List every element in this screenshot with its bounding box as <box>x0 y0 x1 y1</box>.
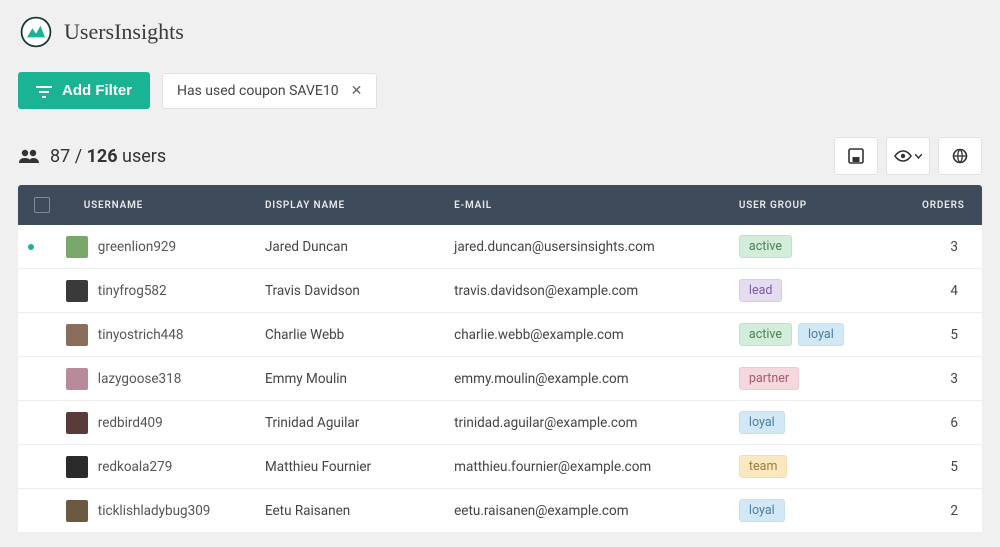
action-buttons <box>834 137 982 175</box>
user-group-cell: loyal <box>739 499 922 522</box>
toolbar: Add Filter Has used coupon SAVE10 ✕ <box>18 72 982 109</box>
group-badge: team <box>739 455 787 478</box>
user-group-cell: active loyal <box>739 323 922 346</box>
group-badge: lead <box>739 279 783 302</box>
avatar <box>66 412 88 434</box>
table-row[interactable]: greenlion929 Jared Duncanjared.duncan@use… <box>18 225 982 269</box>
col-header-orders[interactable]: ORDERS <box>922 200 982 211</box>
table-header: USERNAME DISPLAY NAME E-MAIL USER GROUP … <box>18 185 982 225</box>
username-text: redkoala279 <box>98 459 173 475</box>
save-view-button[interactable] <box>834 137 878 175</box>
display-name: Travis Davidson <box>265 283 454 299</box>
eye-icon <box>894 150 912 162</box>
avatar <box>66 324 88 346</box>
col-header-username[interactable]: USERNAME <box>66 200 265 211</box>
table-row[interactable]: tinyfrog582 Travis Davidsontravis.davidso… <box>18 269 982 313</box>
display-name: Jared Duncan <box>265 239 454 255</box>
chevron-down-icon <box>915 154 922 159</box>
avatar <box>66 368 88 390</box>
email-text: travis.davidson@example.com <box>454 283 739 299</box>
orders-count: 4 <box>922 283 982 299</box>
avatar <box>66 236 88 258</box>
app-header: UsersInsights <box>18 14 982 50</box>
brand-name: UsersInsights <box>64 19 184 45</box>
user-group-cell: active <box>739 235 922 258</box>
table-row[interactable]: lazygoose318 Emmy Moulinemmy.moulin@examp… <box>18 357 982 401</box>
users-icon <box>18 148 40 164</box>
orders-count: 6 <box>922 415 982 431</box>
select-all-checkbox[interactable] <box>34 197 50 213</box>
export-button[interactable] <box>938 137 982 175</box>
count-sep: / <box>70 146 86 167</box>
user-group-cell: team <box>739 455 922 478</box>
username-text: redbird409 <box>98 415 163 431</box>
user-count: 87 / 126 users <box>18 146 166 167</box>
orders-count: 3 <box>922 239 982 255</box>
email-text: charlie.webb@example.com <box>454 327 739 343</box>
count-filtered: 87 <box>50 146 70 167</box>
username-text: ticklishladybug309 <box>98 503 211 519</box>
filter-chip[interactable]: Has used coupon SAVE10 ✕ <box>162 73 377 109</box>
group-badge: loyal <box>798 323 844 346</box>
display-name: Emmy Moulin <box>265 371 454 387</box>
user-group-cell: partner <box>739 367 922 390</box>
count-total: 126 <box>87 146 118 167</box>
logo-icon <box>18 14 54 50</box>
orders-count: 3 <box>922 371 982 387</box>
filter-icon <box>36 85 52 97</box>
col-header-group[interactable]: USER GROUP <box>739 200 922 211</box>
table-row[interactable]: redbird409 Trinidad Aguilartrinidad.aguil… <box>18 401 982 445</box>
user-group-cell: lead <box>739 279 922 302</box>
close-icon[interactable]: ✕ <box>351 83 363 99</box>
online-indicator <box>28 244 34 250</box>
filter-chip-label: Has used coupon SAVE10 <box>177 83 339 99</box>
user-group-cell: loyal <box>739 411 922 434</box>
group-badge: active <box>739 323 792 346</box>
add-filter-button[interactable]: Add Filter <box>18 72 150 109</box>
table-row[interactable]: tinyostrich448 Charlie Webbcharlie.webb@e… <box>18 313 982 357</box>
username-text: tinyostrich448 <box>98 327 184 343</box>
username-text: lazygoose318 <box>98 371 182 387</box>
email-text: matthieu.fournier@example.com <box>454 459 739 475</box>
email-text: jared.duncan@usersinsights.com <box>454 239 739 255</box>
avatar <box>66 280 88 302</box>
orders-count: 2 <box>922 503 982 519</box>
globe-icon <box>952 148 968 164</box>
display-name: Charlie Webb <box>265 327 454 343</box>
table-row[interactable]: redkoala279 Matthieu Fourniermatthieu.fou… <box>18 445 982 489</box>
avatar <box>66 500 88 522</box>
orders-count: 5 <box>922 459 982 475</box>
count-label: users <box>118 146 167 167</box>
count-row: 87 / 126 users <box>18 137 982 175</box>
email-text: eetu.raisanen@example.com <box>454 503 739 519</box>
group-badge: loyal <box>739 411 785 434</box>
email-text: trinidad.aguilar@example.com <box>454 415 739 431</box>
col-header-display[interactable]: DISPLAY NAME <box>265 200 454 211</box>
username-text: tinyfrog582 <box>98 283 167 299</box>
orders-count: 5 <box>922 327 982 343</box>
group-badge: loyal <box>739 499 785 522</box>
display-name: Eetu Raisanen <box>265 503 454 519</box>
add-filter-label: Add Filter <box>62 82 132 99</box>
col-header-email[interactable]: E-MAIL <box>454 200 739 211</box>
group-badge: active <box>739 235 792 258</box>
display-name: Trinidad Aguilar <box>265 415 454 431</box>
display-name: Matthieu Fournier <box>265 459 454 475</box>
users-table: USERNAME DISPLAY NAME E-MAIL USER GROUP … <box>18 185 982 533</box>
email-text: emmy.moulin@example.com <box>454 371 739 387</box>
group-badge: partner <box>739 367 799 390</box>
table-row[interactable]: ticklishladybug309 Eetu Raisaneneetu.rais… <box>18 489 982 533</box>
avatar <box>66 456 88 478</box>
columns-visibility-button[interactable] <box>886 137 930 175</box>
username-text: greenlion929 <box>98 239 176 255</box>
save-icon <box>848 148 864 164</box>
